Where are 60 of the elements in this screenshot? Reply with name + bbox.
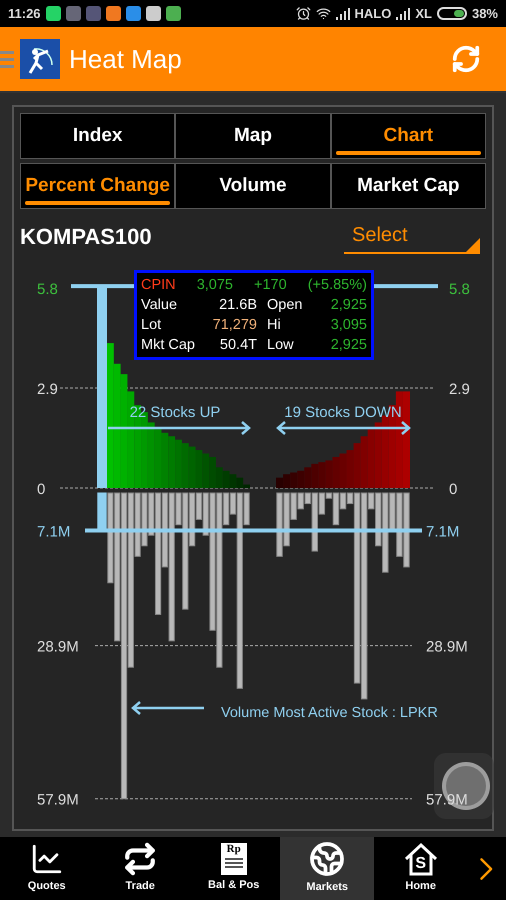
carrier-text: HALO — [354, 4, 392, 23]
stat-label: Value — [141, 296, 178, 316]
axis-label: 0 — [449, 481, 458, 498]
clock-text: 11:26 — [8, 4, 41, 23]
stock-price: 3,075 — [196, 276, 233, 296]
price-change: +170 — [254, 276, 287, 296]
tab[interactable]: Percent Change — [21, 164, 174, 208]
app-title: Heat Map — [69, 42, 182, 76]
stat-value: 50.4T — [218, 336, 257, 356]
notification-icon — [86, 6, 101, 22]
notification-icon — [46, 6, 61, 22]
axis-label: 28.9M — [426, 638, 468, 656]
chart-annotation: Volume Most Active Stock : LPKR — [221, 705, 438, 722]
stat-label: Lot — [141, 316, 162, 336]
axis-label: 2.9 — [37, 381, 58, 398]
battery-icon — [436, 7, 467, 20]
tab[interactable]: Map — [176, 114, 330, 158]
select-dropdown[interactable]: Select — [344, 218, 480, 254]
signal-icon — [396, 8, 410, 20]
axis-label: 2.9 — [449, 381, 470, 398]
stat-value: 21.6B — [218, 296, 257, 316]
notification-icon — [66, 6, 81, 22]
tab[interactable]: Chart — [332, 114, 485, 158]
axis-label: 28.9M — [37, 638, 79, 656]
stat-value: 2,925 — [330, 296, 367, 316]
dropdown-corner-icon — [466, 238, 480, 252]
index-name: KOMPAS100 — [20, 222, 152, 251]
axis-label: 7.1M — [37, 524, 70, 541]
globe-icon — [309, 841, 346, 878]
tab[interactable]: Index — [21, 114, 174, 158]
notification-icon — [126, 6, 141, 22]
percent-change: (+5.85%) — [308, 276, 367, 296]
axis-label: 5.8 — [449, 280, 470, 298]
stat-label: Mkt Cap — [141, 336, 196, 356]
axis-label: 5.8 — [37, 280, 58, 298]
alarm-icon — [296, 6, 310, 22]
archer-logo-icon — [20, 39, 60, 80]
tab[interactable]: Volume — [176, 164, 330, 208]
wifi-icon — [316, 6, 330, 22]
stat-label: Hi — [266, 316, 282, 336]
stat-value: 2,925 — [330, 336, 367, 356]
stat-value: 3,095 — [330, 316, 367, 336]
carrier-text: XL — [415, 4, 432, 23]
stock-code: CPIN — [141, 276, 176, 296]
stat-label: Open — [266, 296, 304, 316]
notification-icon — [166, 6, 181, 22]
stat-label: Low — [266, 336, 295, 356]
repeat-icon — [123, 842, 158, 876]
stat-value: 71,279 — [212, 316, 257, 336]
signal-icon — [336, 8, 350, 20]
axis-label: 7.1M — [426, 524, 460, 541]
notification-icon — [106, 6, 121, 22]
axis-label: 57.9M — [37, 792, 79, 809]
axis-label: 0 — [37, 481, 46, 498]
chart-annotation: 22 Stocks UP — [130, 404, 220, 422]
nav-item[interactable]: Markets — [280, 837, 374, 900]
notification-icon — [146, 6, 161, 22]
battery-text: 38% — [472, 4, 498, 23]
tab[interactable]: Market Cap — [332, 164, 485, 208]
document-icon: Rp — [220, 843, 247, 876]
